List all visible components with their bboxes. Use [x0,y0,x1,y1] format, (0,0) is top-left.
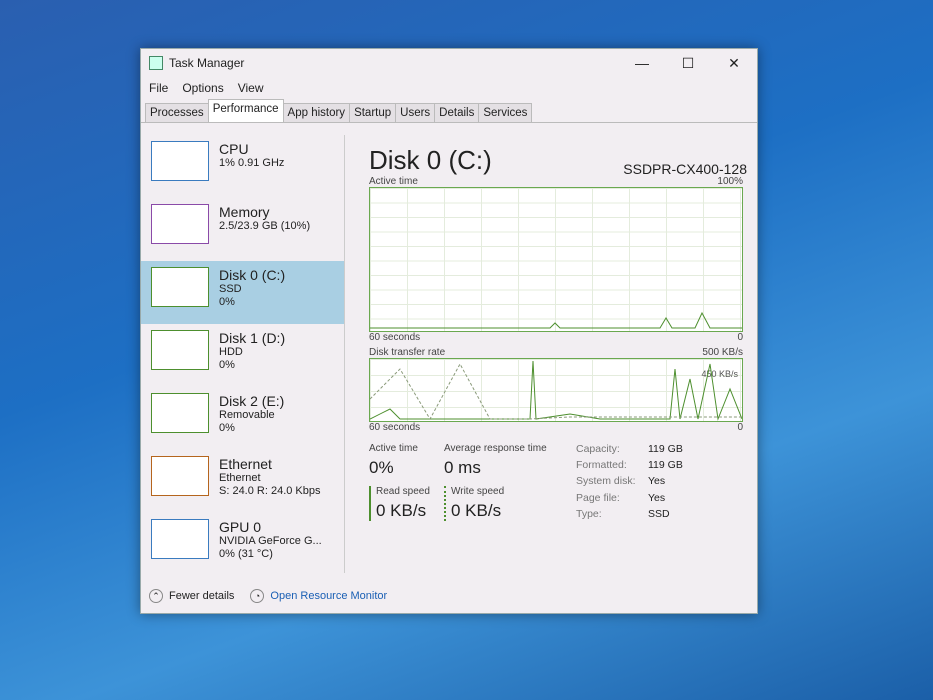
item-name: GPU 0 [219,519,262,535]
item-name: Disk 0 (C:) [219,267,286,283]
mini-graph [151,204,209,244]
property-label: System disk: [576,475,636,488]
chevron-up-icon: ⌃ [149,589,163,603]
active-time-label: Active time [369,443,418,454]
open-resource-monitor-link[interactable]: ◔ Open Resource Monitor [250,589,387,603]
property-value: SSD [648,507,670,520]
item-status: 0% (31 °C) [219,548,273,560]
active-time-graph-label: Active time [369,176,418,187]
tab-startup[interactable]: Startup [349,103,397,122]
property-label: Formatted: [576,459,627,472]
task-manager-window: Task Manager — ☐ ✕ File Options View Pro… [140,48,758,614]
item-status: 0% [219,296,235,308]
menu-file[interactable]: File [149,81,168,95]
item-name: Ethernet [219,456,272,472]
sidebar-item-ethernet[interactable]: Ethernet Ethernet S: 24.0 R: 24.0 Kbps [141,450,344,513]
title-bar: Task Manager — ☐ ✕ [141,49,757,77]
tab-performance[interactable]: Performance [207,99,284,122]
write-speed-value: 0 KB/s [451,501,502,520]
menu-options[interactable]: Options [182,81,223,95]
transfer-rate-min: 0 [737,422,743,433]
window-title: Task Manager [169,56,245,70]
item-status: 0% [219,422,235,434]
item-name: Memory [219,204,270,220]
sidebar-item-gpu-0[interactable]: GPU 0 NVIDIA GeForce G... 0% (31 °C) [141,513,344,576]
transfer-rate-graph: 450 KB/s [369,358,743,422]
read-speed-label: Read speed [376,486,430,497]
tab-details[interactable]: Details [434,103,480,122]
menu-view[interactable]: View [238,81,264,95]
read-speed-value: 0 KB/s [376,501,427,520]
mini-graph [151,267,209,307]
property-value: Yes [648,491,666,504]
item-detail: Removable [219,409,275,421]
property-value: 119 GB [648,443,683,455]
minimize-button[interactable]: — [619,55,665,72]
active-time-graph [369,187,743,332]
menu-bar: File Options View [141,77,757,99]
property-label: Type: [576,507,602,520]
active-time-x-label: 60 seconds [369,332,421,343]
resource-monitor-label: Open Resource Monitor [270,589,388,602]
property-value: 119 GB [648,459,683,472]
property-label: Page file: [576,491,620,504]
resource-monitor-icon: ◔ [250,589,265,603]
item-detail: 1% 0.91 GHz [219,157,285,169]
disk-model: SSDPR-CX400-128 [623,161,747,177]
property-value: Yes [648,475,666,488]
close-button[interactable]: ✕ [711,55,757,72]
transfer-rate-max: 500 KB/s [702,347,743,358]
tab-users[interactable]: Users [395,103,436,122]
mini-graph [151,330,209,370]
sidebar-item-disk-1-d[interactable]: Disk 1 (D:) HDD 0% [141,324,344,387]
transfer-rate-x-label: 60 seconds [369,422,421,433]
response-time-value: 0 ms [444,458,481,477]
property-label: Capacity: [576,443,620,455]
active-time-value: 0% [369,458,394,477]
mini-graph [151,519,209,559]
active-time-min: 0 [737,332,743,343]
resource-sidebar: CPU 1% 0.91 GHz Memory 2.5/23.9 GB (10%) Dis… [141,135,345,573]
item-detail: SSD [219,283,242,295]
item-detail: Ethernet [219,472,261,484]
transfer-rate-graph-label: Disk transfer rate [369,347,446,358]
item-name: Disk 1 (D:) [219,330,286,346]
item-detail: HDD [219,346,243,358]
sidebar-item-memory[interactable]: Memory 2.5/23.9 GB (10%) [141,198,344,261]
tab-services[interactable]: Services [478,103,533,122]
sidebar-item-disk-0-c[interactable]: Disk 0 (C:) SSD 0% [141,261,344,324]
write-speed-label: Write speed [451,486,505,497]
tab-bar: Processes Performance App history Startu… [141,99,757,123]
disk-properties: Capacity: 119 GB Formatted: 119 GB System di… [576,443,708,521]
item-detail: NVIDIA GeForce G... [219,535,322,547]
fewer-details-label: Fewer details [169,589,235,602]
mini-graph [151,456,209,496]
sidebar-item-disk-2-e[interactable]: Disk 2 (E:) Removable 0% [141,387,344,450]
item-name: Disk 2 (E:) [219,393,285,409]
tab-app-history[interactable]: App history [282,103,351,122]
fewer-details-button[interactable]: ⌃ Fewer details [149,589,234,603]
active-time-graph-max: 100% [717,176,743,187]
mini-graph [151,141,209,181]
mini-graph [151,393,209,433]
response-time-label: Average response time [444,443,547,454]
item-detail: 2.5/23.9 GB (10%) [219,220,311,232]
item-name: CPU [219,141,249,157]
maximize-button[interactable]: ☐ [665,55,711,72]
item-status: 0% [219,359,235,371]
item-status: S: 24.0 R: 24.0 Kbps [219,485,321,497]
disk-detail-panel: Disk 0 (C:) SSDPR-CX400-128 Active time 1… [369,145,747,521]
tab-processes[interactable]: Processes [145,103,209,122]
sidebar-item-cpu[interactable]: CPU 1% 0.91 GHz [141,135,344,198]
task-manager-icon [149,56,163,70]
